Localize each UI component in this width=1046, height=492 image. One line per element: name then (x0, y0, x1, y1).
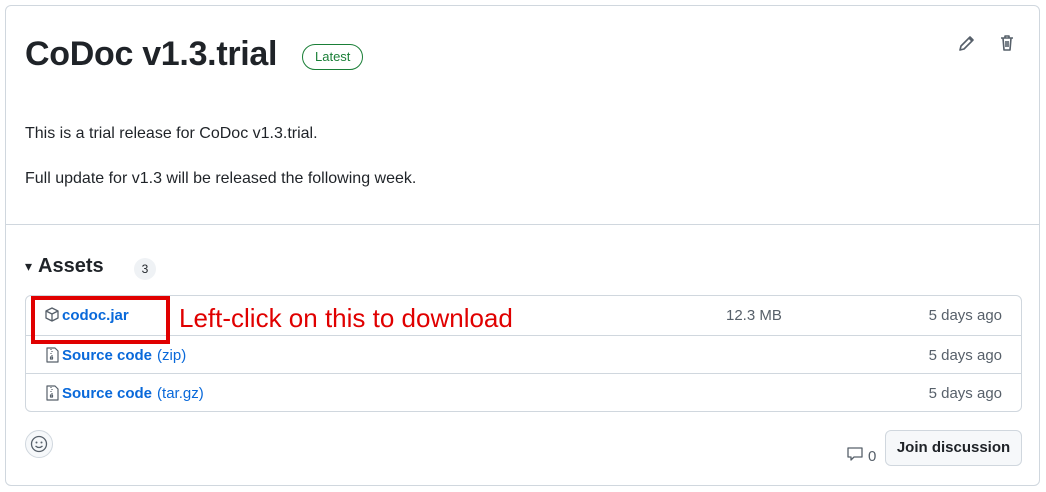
asset-link-source-targz[interactable]: Source code (tar.gz) (44, 384, 204, 402)
file-zip-icon (44, 384, 60, 402)
highlight-box (31, 296, 170, 344)
asset-extension: (zip) (157, 346, 187, 364)
assets-count-badge: 3 (134, 258, 156, 280)
join-discussion-button[interactable]: Join discussion (885, 430, 1022, 466)
release-card: CoDoc v1.3.trial Latest This is a trial … (5, 5, 1040, 486)
asset-size: 12.3 MB (726, 307, 782, 324)
file-zip-icon (44, 346, 60, 364)
annotation-text: Left-click on this to download (179, 303, 513, 333)
asset-row: codoc.jar 12.3 MB 5 days ago (26, 296, 1021, 335)
assets-heading: Assets (38, 255, 104, 277)
smiley-icon[interactable] (25, 430, 53, 458)
asset-name: Source code (62, 384, 153, 402)
asset-link-source-zip[interactable]: Source code (zip) (44, 346, 186, 364)
trash-icon[interactable] (996, 32, 1018, 54)
caret-down-icon: ▾ (25, 258, 33, 274)
asset-row: Source code (tar.gz) 5 days ago (26, 373, 1021, 412)
asset-date: 5 days ago (928, 347, 1002, 364)
latest-badge: Latest (302, 44, 364, 70)
comments-link[interactable]: 0 (846, 445, 876, 468)
asset-list: codoc.jar 12.3 MB 5 days ago Source code… (25, 295, 1022, 412)
description-line-2: Full update for v1.3 will be released th… (25, 170, 417, 187)
section-divider (6, 224, 1039, 225)
asset-date: 5 days ago (928, 385, 1002, 402)
asset-name: Source code (62, 346, 153, 364)
asset-date: 5 days ago (928, 307, 1002, 324)
asset-extension: (tar.gz) (157, 384, 204, 402)
comment-count: 0 (868, 448, 877, 465)
description-line-1: This is a trial release for CoDoc v1.3.t… (25, 125, 318, 142)
pencil-icon[interactable] (956, 32, 978, 54)
comment-icon (846, 445, 864, 468)
release-title: CoDoc v1.3.trial (25, 35, 278, 73)
asset-row: Source code (zip) 5 days ago (26, 335, 1021, 374)
assets-toggle[interactable]: ▾ Assets (25, 255, 104, 278)
